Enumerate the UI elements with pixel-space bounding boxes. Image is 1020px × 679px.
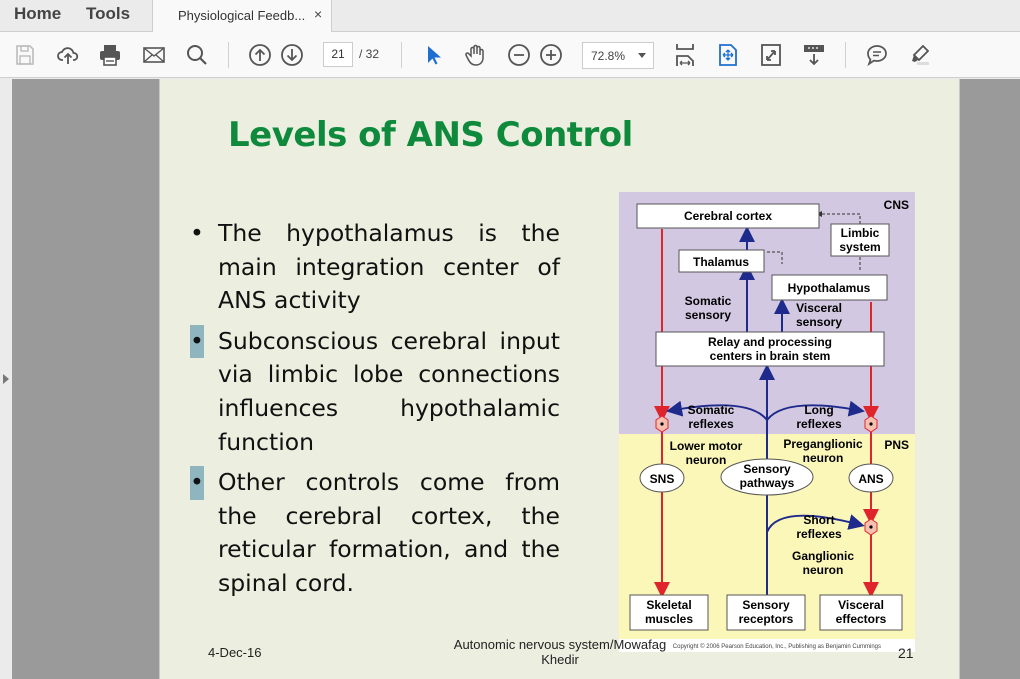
page-up-icon[interactable]	[247, 42, 273, 68]
sns-oval: SNS	[639, 463, 685, 493]
svg-text:neuron: neuron	[686, 453, 727, 467]
zoom-level-select[interactable]: 72.8%	[582, 42, 654, 69]
svg-text:reflexes: reflexes	[796, 527, 842, 541]
highlight-icon[interactable]	[907, 42, 933, 68]
toolbar-separator	[845, 42, 846, 68]
svg-text:Limbic: Limbic	[841, 226, 880, 240]
svg-text:Long: Long	[804, 403, 833, 417]
bullet-text: Subconscious cerebral input via limbic l…	[218, 326, 560, 456]
read-mode-icon[interactable]	[801, 42, 827, 68]
bullet-text: Other controls come from the cerebral co…	[218, 468, 560, 597]
comment-icon[interactable]	[864, 42, 890, 68]
sensory-pathways-oval: Sensorypathways	[720, 458, 814, 496]
svg-text:Visceral: Visceral	[796, 301, 842, 315]
bullet-list: • The hypothalamus is the main integratio…	[188, 217, 560, 608]
svg-text:effectors: effectors	[836, 612, 887, 626]
svg-text:Cerebral cortex: Cerebral cortex	[684, 209, 772, 223]
expand-panel-icon[interactable]	[3, 374, 9, 384]
svg-text:reflexes: reflexes	[796, 417, 842, 431]
fit-width-icon[interactable]	[672, 42, 698, 68]
visceral-effectors-box: Visceraleffectors	[819, 594, 903, 631]
cerebral-cortex-box: Cerebral cortex	[636, 203, 820, 229]
document-tab-title: Physiological Feedb...	[178, 8, 306, 23]
footer-center: Autonomic nervous system/Mowafag Khedir	[453, 637, 667, 667]
svg-text:neuron: neuron	[803, 451, 844, 465]
thalamus-box: Thalamus	[678, 249, 765, 273]
page-total: / 32	[359, 47, 380, 61]
email-icon[interactable]	[141, 42, 167, 68]
page-number-input[interactable]: 21	[323, 42, 353, 67]
svg-text:muscles: muscles	[645, 612, 693, 626]
svg-text:system: system	[839, 240, 880, 254]
svg-text:Sensory: Sensory	[742, 598, 790, 612]
footer-page-number: 21	[898, 645, 914, 661]
tab-bar: Home Tools Physiological Feedb... ×	[0, 0, 1020, 33]
footer-date: 4-Dec-16	[208, 645, 262, 660]
ans-control-diagram: CNS PNS Cerebral cortex Limbicsystem Tha…	[619, 192, 915, 652]
pns-label: PNS	[884, 438, 909, 452]
svg-text:neuron: neuron	[803, 563, 844, 577]
svg-text:Hypothalamus: Hypothalamus	[788, 281, 871, 295]
somatic-sensory-label: Somaticsensory	[685, 294, 732, 322]
svg-text:Skeletal: Skeletal	[646, 598, 691, 612]
svg-text:Sensory: Sensory	[743, 462, 791, 476]
bullet-item: • The hypothalamus is the main integratio…	[190, 219, 560, 315]
zoom-out-icon[interactable]	[506, 42, 532, 68]
fit-page-icon[interactable]	[715, 42, 741, 68]
select-cursor-icon[interactable]	[420, 42, 446, 68]
cns-label: CNS	[884, 198, 909, 212]
save-icon[interactable]	[12, 42, 38, 68]
full-screen-icon[interactable]	[758, 42, 784, 68]
cloud-upload-icon[interactable]	[55, 42, 81, 68]
svg-text:ANS: ANS	[858, 472, 883, 486]
bullet-item: • Subconscious cerebral input via limbic …	[190, 324, 560, 456]
document-tab[interactable]: Physiological Feedb... ×	[152, 0, 332, 33]
toolbar-separator	[228, 42, 229, 68]
svg-text:Somatic: Somatic	[685, 294, 732, 308]
sensory-receptors-box: Sensoryreceptors	[726, 594, 806, 631]
svg-text:centers in brain stem: centers in brain stem	[710, 349, 831, 363]
toolbar: 21 / 32 72.8%	[0, 32, 1020, 78]
svg-text:pathways: pathways	[740, 476, 795, 490]
close-tab-icon[interactable]: ×	[314, 6, 322, 22]
svg-text:SNS: SNS	[650, 472, 675, 486]
nav-tools[interactable]: Tools	[86, 4, 130, 24]
hand-tool-icon[interactable]	[463, 42, 489, 68]
ans-oval: ANS	[848, 463, 894, 493]
hypothalamus-box: Hypothalamus	[771, 274, 888, 301]
somatic-reflexes-label: Somaticreflexes	[688, 403, 735, 431]
left-panel-toggle[interactable]	[0, 79, 12, 679]
svg-text:reflexes: reflexes	[688, 417, 734, 431]
visceral-sensory-label: Visceralsensory	[796, 301, 842, 329]
slide-title: Levels of ANS Control	[228, 115, 633, 155]
svg-text:Somatic: Somatic	[688, 403, 735, 417]
svg-text:Preganglionic: Preganglionic	[783, 437, 863, 451]
svg-text:Visceral: Visceral	[838, 598, 884, 612]
pdf-page: Levels of ANS Control • The hypothalamus …	[159, 79, 960, 679]
svg-text:Short: Short	[803, 513, 834, 527]
svg-text:receptors: receptors	[739, 612, 794, 626]
copyright-notice: Copyright © 2006 Pearson Education, Inc.…	[673, 643, 881, 650]
nav-home[interactable]: Home	[14, 4, 61, 24]
search-icon[interactable]	[184, 42, 210, 68]
chevron-down-icon	[638, 53, 646, 58]
svg-text:Relay and processing: Relay and processing	[708, 335, 832, 349]
print-icon[interactable]	[97, 42, 123, 68]
svg-text:Lower motor: Lower motor	[670, 439, 743, 453]
toolbar-separator	[401, 42, 402, 68]
bullet-text: The hypothalamus is the main integration…	[218, 219, 560, 315]
page-down-icon[interactable]	[279, 42, 305, 68]
svg-text:sensory: sensory	[796, 315, 842, 329]
skeletal-muscles-box: Skeletalmuscles	[629, 594, 709, 631]
bullet-item: • Other controls come from the cerebral c…	[190, 466, 560, 597]
zoom-level-value: 72.8%	[591, 49, 626, 63]
svg-text:sensory: sensory	[685, 308, 731, 322]
relay-centers-box: Relay and processingcenters in brain ste…	[655, 331, 885, 367]
svg-text:Thalamus: Thalamus	[693, 255, 749, 269]
limbic-system-box: Limbicsystem	[830, 223, 890, 257]
zoom-in-icon[interactable]	[538, 42, 564, 68]
svg-text:Ganglionic: Ganglionic	[792, 549, 854, 563]
